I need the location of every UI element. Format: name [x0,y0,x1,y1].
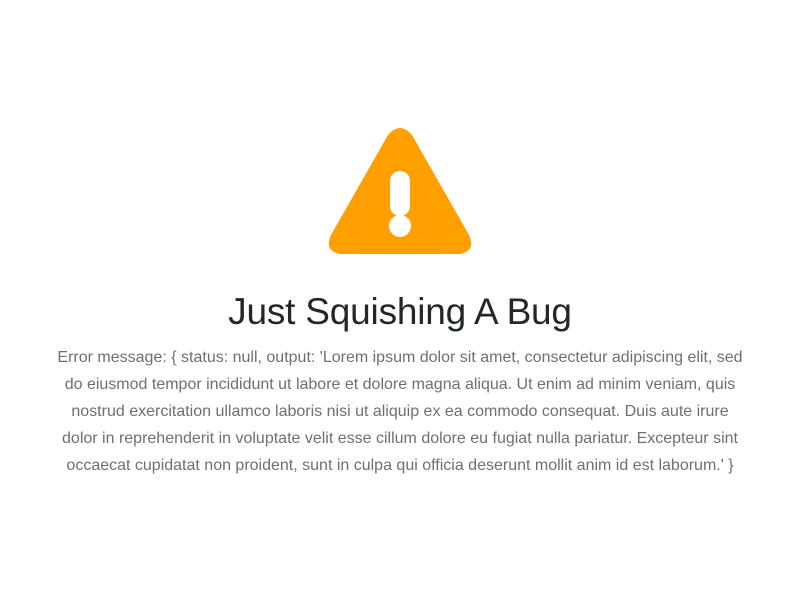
error-message: Error message: { status: null, output: '… [57,349,743,474]
error-page: Just Squishing A Bug Error message: { st… [0,0,800,600]
page-title: Just Squishing A Bug [228,291,572,332]
warning-icon [327,127,473,257]
